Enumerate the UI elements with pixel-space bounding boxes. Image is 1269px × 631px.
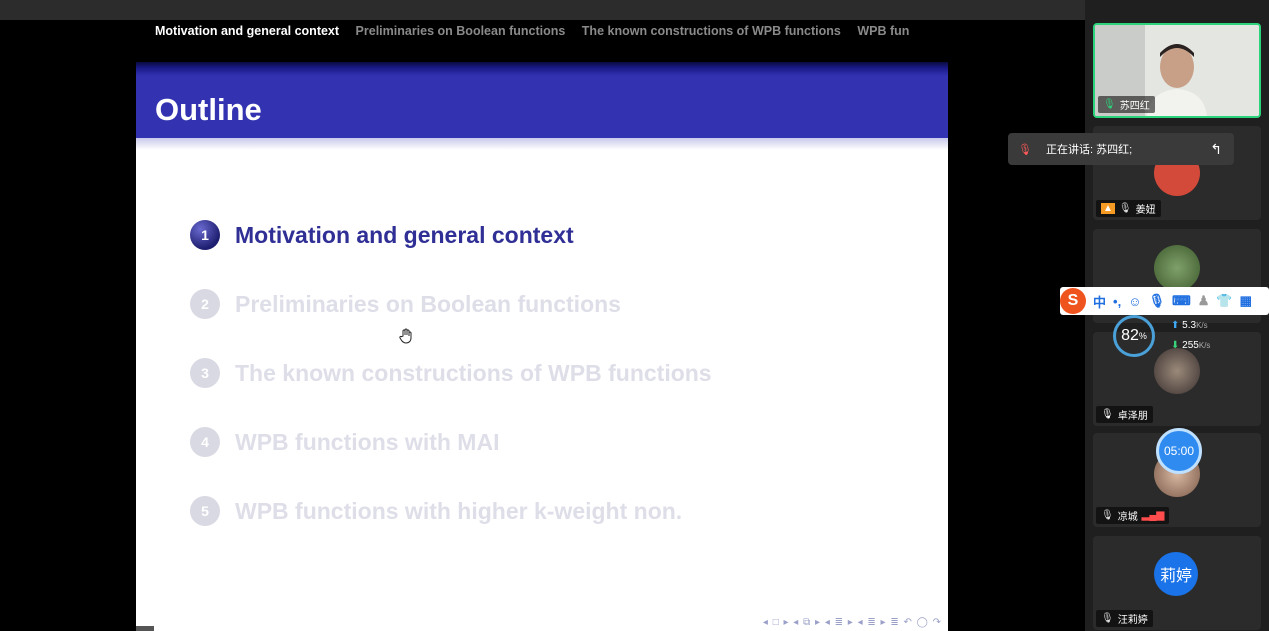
download-value: 255 [1182,340,1199,351]
ime-toolbar: S 中 •, ☺ 🎙 ⌨ ♟ 👕 ▦ [1060,287,1269,315]
outline-item-1[interactable]: 1 Motivation and general context [190,219,574,251]
timer-badge[interactable]: 05:00 [1156,428,1202,474]
nav-section-1[interactable]: Motivation and general context [155,24,339,38]
slide: Outline 1 Motivation and general context… [136,62,948,631]
outline-item-5[interactable]: 5 WPB functions with higher k-weight non… [190,495,682,527]
network-monitor: 82% ⬆ 5.3K/s ⬇ 255K/s [1113,315,1223,357]
outline-number-ball: 4 [190,427,220,457]
participant-nametag: 🎙 卓泽朋 [1096,406,1153,423]
avatar [1154,245,1200,291]
user-icon: ▲ [1101,203,1115,214]
upload-speed: ⬆ 5.3K/s [1171,320,1208,331]
outline-number-ball: 2 [190,289,220,319]
mic-on-icon: 🎙 [1103,99,1116,110]
reply-icon[interactable]: ↰ [1210,141,1222,158]
participant-name: 汪莉婷 [1117,615,1148,626]
participant-nametag: 🎙 汪莉婷 [1096,610,1153,627]
nav-section-2[interactable]: Preliminaries on Boolean functions [356,24,566,38]
outline-number-ball: 3 [190,358,220,388]
nav-section-4[interactable]: WPB fun [857,24,909,38]
outline-item-label: Motivation and general context [235,221,574,248]
text-avatar: 莉婷 [1154,552,1198,596]
mic-muted-icon: 🎙 [1101,510,1114,521]
ime-punctuation-toggle[interactable]: •, [1113,294,1121,309]
speaking-toast: 🎙 正在讲话: 苏四红; ↰ [1008,133,1234,165]
progress-stub [136,626,154,631]
participant-name: 姜妞 [1135,205,1156,216]
mic-on-icon: 🎙 [1101,409,1114,420]
outline-item-label: WPB functions with higher k-weight non. [235,497,683,524]
download-unit: K/s [1198,341,1211,350]
cpu-percent: 82 [1121,327,1139,344]
participant-nametag: 🎙 凉城 ▂▄▆ [1096,507,1170,524]
participant-tile-1[interactable]: 🎙 苏四红 [1093,23,1261,118]
participant-nametag: 🎙 苏四红 [1098,96,1155,113]
keyboard-icon[interactable]: ⌨ [1172,293,1191,309]
upload-value: 5.3 [1182,320,1197,331]
mic-muted-icon: 🎙 [1101,613,1114,624]
top-strip [0,0,1085,20]
outline-number-ball: 5 [190,496,220,526]
outline-item-4[interactable]: 4 WPB functions with MAI [190,426,499,458]
outline-item-2[interactable]: 2 Preliminaries on Boolean functions [190,288,621,320]
outline-number-ball: 1 [190,220,220,250]
beamer-nav-symbols[interactable]: ◂ □ ▸ ◂ ⧉ ▸ ◂ ≣ ▸ ◂ ≣ ▸ ≣ ↶ ◯ ↷ [763,617,942,628]
slide-title: Outline [155,92,262,127]
outline-item-3[interactable]: 3 The known constructions of WPB functio… [190,357,712,389]
upload-unit: K/s [1196,321,1208,330]
emoji-icon[interactable]: ☺ [1128,294,1141,309]
participant-name: 凉城 [1117,512,1138,523]
nav-section-3[interactable]: The known constructions of WPB functions [582,24,841,38]
voice-input-icon[interactable]: 🎙 [1148,293,1165,309]
participant-name: 卓泽朋 [1117,411,1148,422]
grid-menu-icon[interactable]: ▦ [1240,293,1252,309]
beamer-section-navigation: Motivation and general context Prelimina… [155,24,948,42]
outline-item-label: WPB functions with MAI [235,428,500,455]
sogou-logo-icon[interactable]: S [1060,288,1086,314]
ime-mode-toggle[interactable]: 中 [1093,292,1106,311]
signal-strength-icon: ▂▄▆ [1141,510,1165,521]
download-speed: ⬇ 255K/s [1171,340,1211,351]
skin-icon[interactable]: 👕 [1216,293,1232,309]
outline-item-label: The known constructions of WPB functions [235,359,712,386]
cpu-percent-unit: % [1138,331,1147,341]
mic-muted-icon: 🎙 [1118,203,1132,214]
participant-nametag: ▲ 🎙 姜妞 [1096,200,1161,217]
hand-cursor-icon [398,327,416,350]
slide-title-bar: Outline [136,62,948,138]
participant-name: 苏四红 [1119,101,1150,112]
cpu-ring: 82% [1113,315,1155,357]
title-shadow [136,138,948,150]
user-icon[interactable]: ♟ [1198,293,1210,309]
mic-icon: 🎙 [1018,143,1032,156]
outline-item-label: Preliminaries on Boolean functions [235,290,621,317]
speaking-label: 正在讲话: 苏四红; [1045,144,1133,156]
